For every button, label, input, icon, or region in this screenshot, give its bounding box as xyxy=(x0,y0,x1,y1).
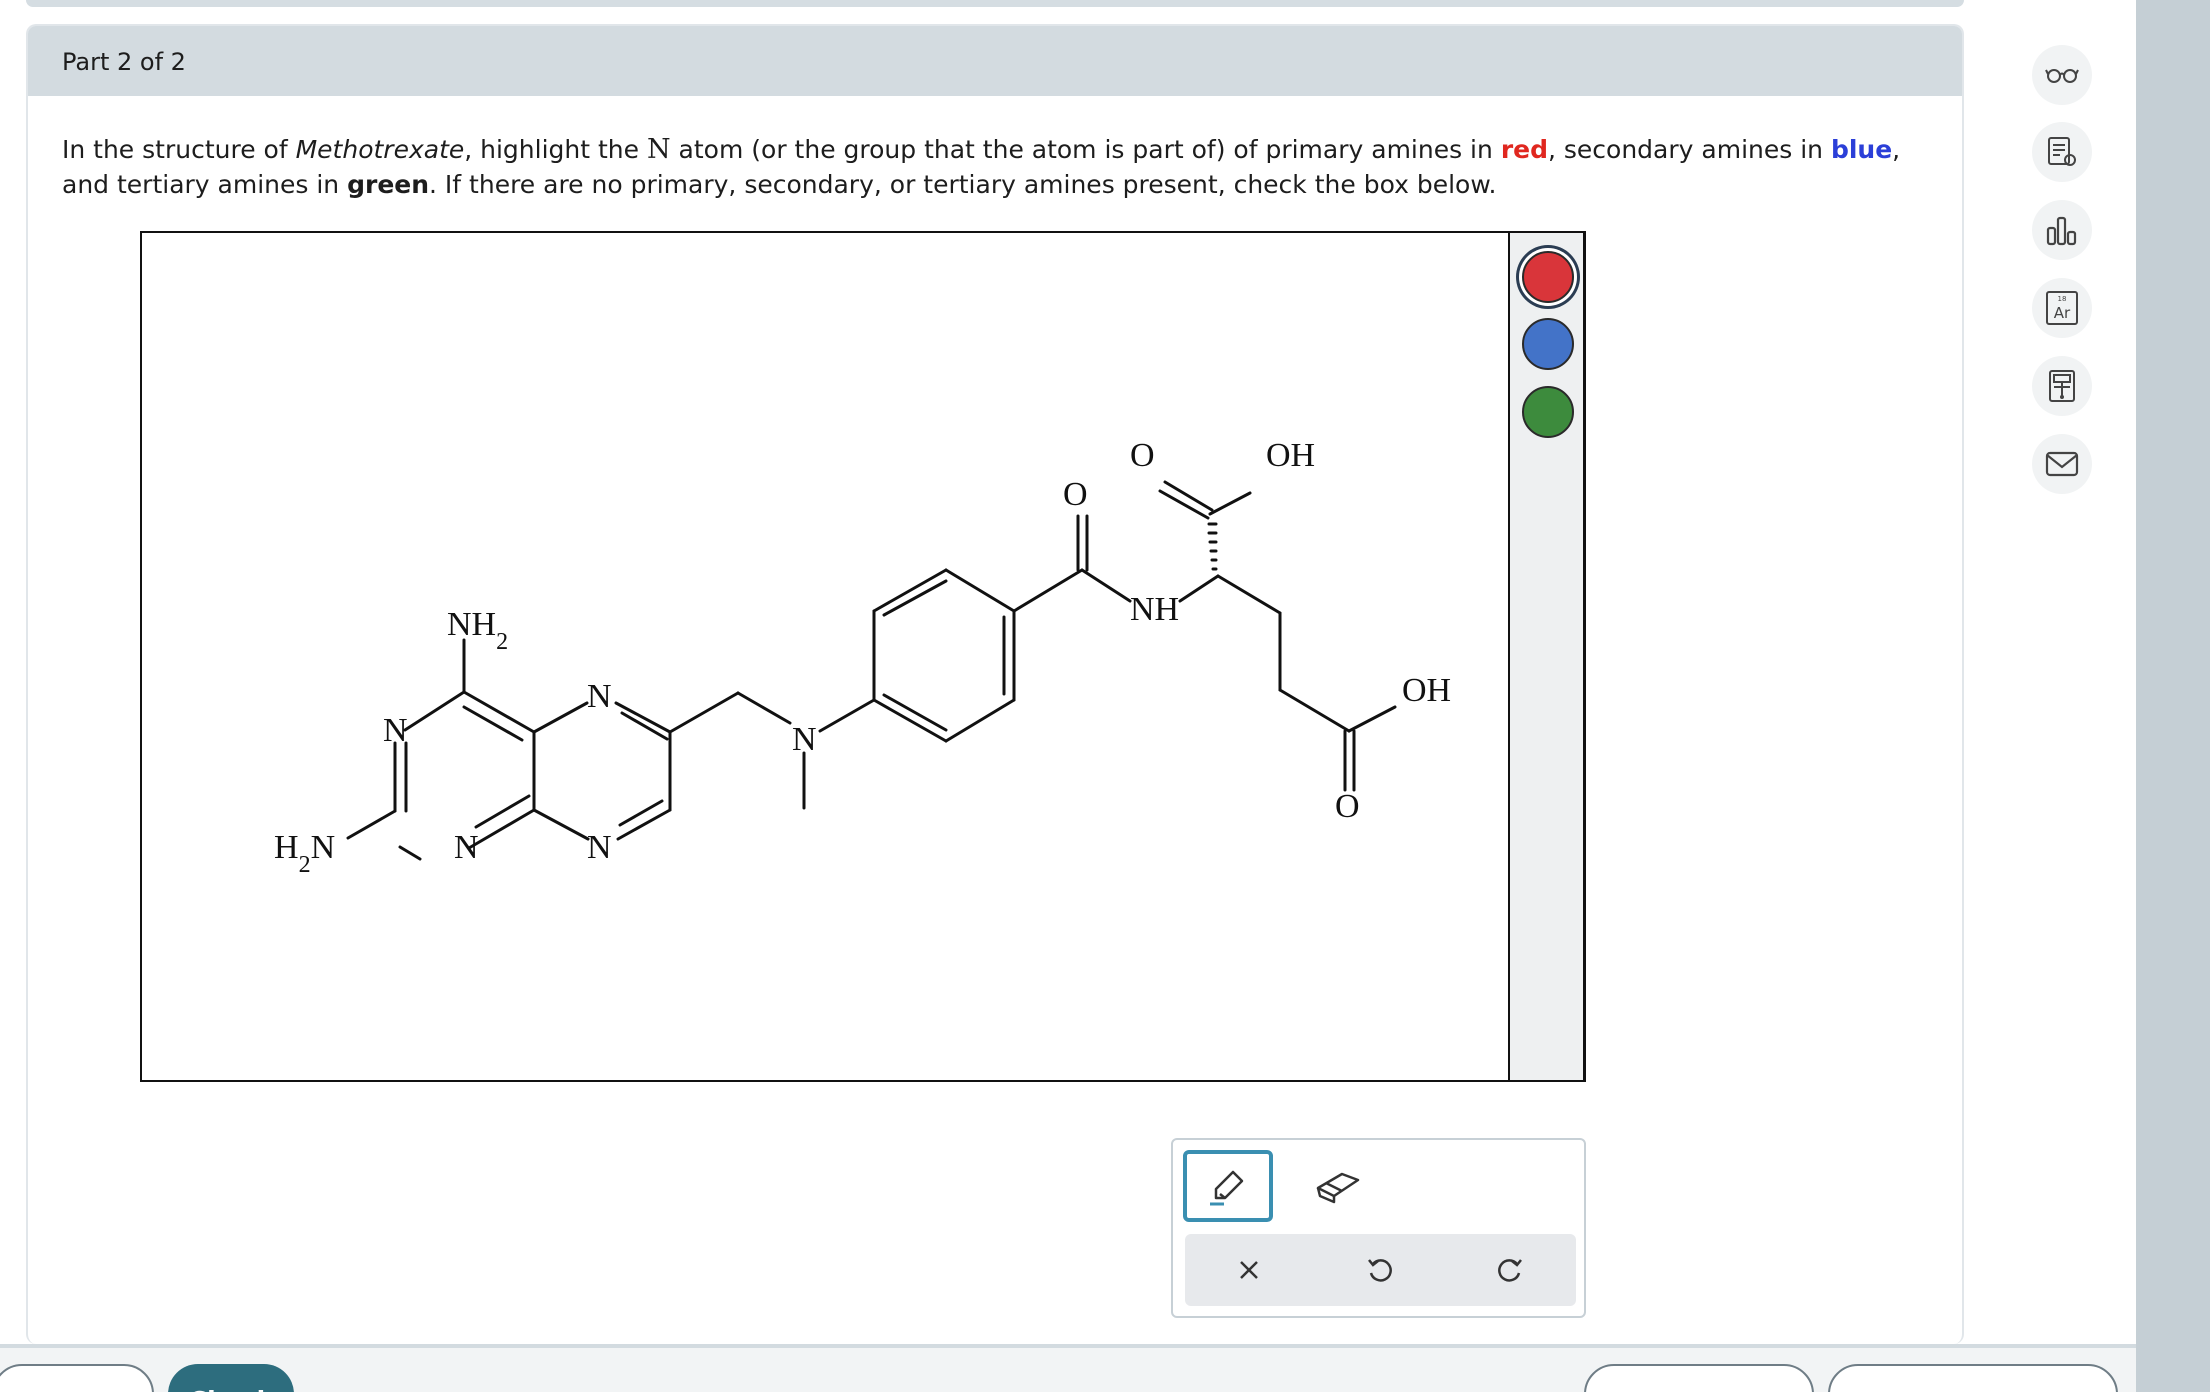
redo-icon xyxy=(1498,1259,1522,1282)
highlighter-icon xyxy=(1210,1170,1244,1206)
blue-keyword: blue xyxy=(1830,135,1893,164)
drawing-toolbar xyxy=(1171,1138,1586,1318)
color-palette xyxy=(1508,231,1585,1082)
chart-icon xyxy=(2046,216,2077,246)
skip-part-button[interactable]: Skip Part xyxy=(0,1364,154,1392)
svg-text:Ar: Ar xyxy=(2054,304,2071,322)
blue-color-swatch[interactable] xyxy=(1522,318,1574,370)
acid-oh-bottom-label[interactable]: OH xyxy=(1402,672,1451,709)
prompt-text: , secondary amines in xyxy=(1548,135,1831,164)
previous-part-panel xyxy=(26,0,1964,7)
save-for-later-button[interactable]: Save For Later xyxy=(1584,1364,1814,1392)
ring-n-right-top-label[interactable]: N xyxy=(587,678,612,715)
eraser-icon xyxy=(1316,1172,1360,1204)
amide-nh-label[interactable]: NH xyxy=(1130,591,1179,628)
prompt-text: , highlight the xyxy=(464,135,647,164)
check-button[interactable]: Check xyxy=(168,1364,294,1392)
notes-button[interactable] xyxy=(2032,122,2092,182)
ring-n-left-top-label[interactable]: N xyxy=(383,712,408,749)
prompt-text: In the structure of xyxy=(62,135,296,164)
prompt-text: . If there are no primary, secondary, or… xyxy=(429,170,1497,199)
glasses-icon xyxy=(2045,69,2079,83)
reading-tool-button[interactable] xyxy=(2032,45,2092,105)
eraser-tool-button[interactable] xyxy=(1303,1150,1373,1222)
close-icon xyxy=(1240,1261,1258,1279)
acid-o-top-label[interactable]: O xyxy=(1130,437,1155,474)
mail-icon xyxy=(2045,451,2079,477)
notes-icon xyxy=(2048,137,2076,166)
data-button[interactable] xyxy=(2032,200,2092,260)
ring-n-left-bottom-label[interactable]: N xyxy=(454,829,479,866)
green-color-swatch[interactable] xyxy=(1522,386,1574,438)
calculator-button[interactable] xyxy=(2032,356,2092,416)
question-prompt: In the structure of Methotrexate, highli… xyxy=(62,132,1942,202)
right-sidebar xyxy=(2136,0,2210,1392)
atom-symbol: N xyxy=(646,134,671,165)
methotrexate-structure: NH2 H2N N N N N N O NH O OH OH O xyxy=(274,437,1451,878)
red-keyword: red xyxy=(1500,135,1548,164)
periodic-table-button[interactable]: 18 Ar xyxy=(2032,278,2092,338)
nh2-top-label[interactable]: NH2 xyxy=(447,606,508,655)
redo-button[interactable] xyxy=(1460,1234,1560,1306)
calculator-icon xyxy=(2049,370,2075,402)
amide-o-label[interactable]: O xyxy=(1063,476,1088,513)
toolbar-action-row xyxy=(1185,1234,1576,1306)
submit-assignment-button[interactable]: Submit Assignment xyxy=(1828,1364,2118,1392)
svg-text:18: 18 xyxy=(2058,295,2067,303)
ring-n-right-bottom-label[interactable]: N xyxy=(587,829,612,866)
green-keyword: green xyxy=(347,170,430,199)
undo-button[interactable] xyxy=(1330,1234,1430,1306)
periodic-table-icon: 18 Ar xyxy=(2046,291,2078,325)
acid-o-bottom-label[interactable]: O xyxy=(1335,788,1360,825)
message-button[interactable] xyxy=(2032,434,2092,494)
undo-icon xyxy=(1368,1259,1392,1282)
structure-canvas[interactable]: NH2 H2N N N N N N O NH O OH OH O xyxy=(140,231,1586,1082)
highlighter-tool-button[interactable] xyxy=(1183,1150,1273,1222)
prompt-text: atom (or the group that the atom is part… xyxy=(670,135,1501,164)
red-color-swatch[interactable] xyxy=(1522,251,1574,303)
n-methyl-label[interactable]: N xyxy=(792,721,817,758)
bottom-action-bar xyxy=(0,1344,2136,1392)
page: Part 2 of 2 In the structure of Methotre… xyxy=(0,0,2210,1392)
h2n-label[interactable]: H2N xyxy=(274,829,335,878)
acid-oh-top-label[interactable]: OH xyxy=(1266,437,1315,474)
part-label: Part 2 of 2 xyxy=(62,48,186,76)
part-header: Part 2 of 2 xyxy=(28,26,1962,96)
molecule-name: Methotrexate xyxy=(295,135,465,164)
clear-button[interactable] xyxy=(1199,1234,1299,1306)
